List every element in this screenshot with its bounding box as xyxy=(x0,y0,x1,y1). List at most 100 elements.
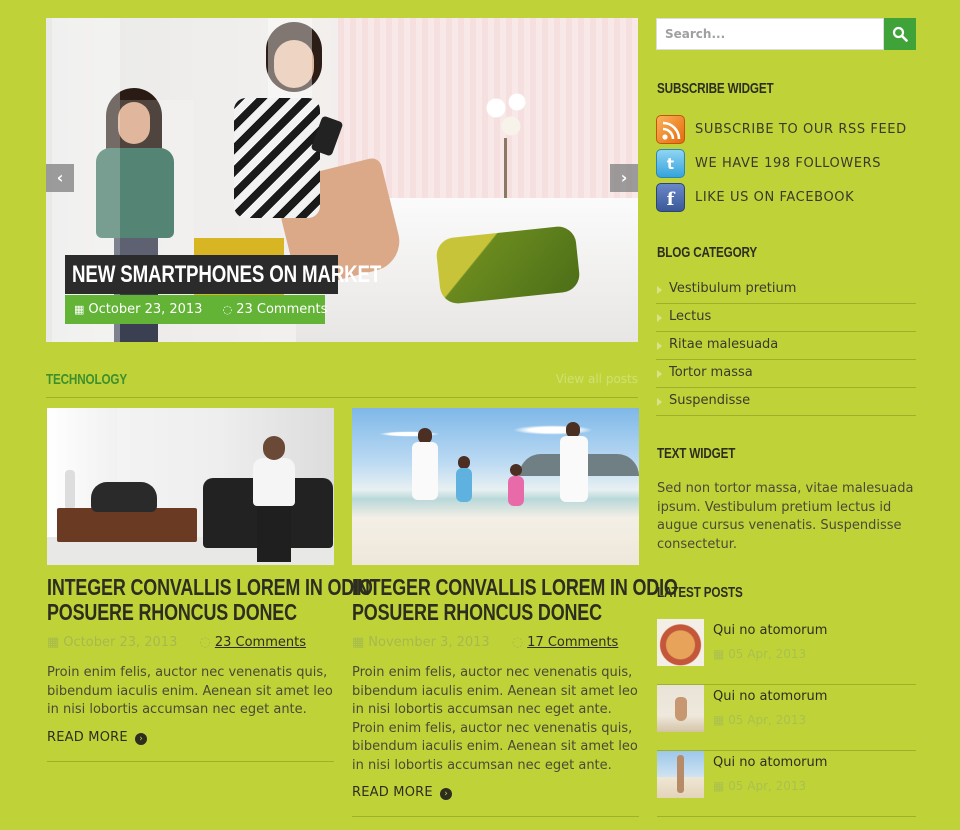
latest-post-thumbnail[interactable] xyxy=(657,751,704,798)
latest-post-title[interactable]: Qui no atomorum xyxy=(713,755,827,770)
category-label[interactable]: Lectus xyxy=(669,309,711,324)
post-date: ▦ October 23, 2013 xyxy=(47,635,177,650)
post-date-text: November 3, 2013 xyxy=(368,635,490,650)
latest-post-date: ▦ 05 Apr, 2013 xyxy=(713,779,806,793)
twitter-icon[interactable]: t xyxy=(656,149,685,178)
post-title-line[interactable]: INTEGER CONVALLIS LOREM IN ODIO xyxy=(352,575,678,600)
chevron-right-circle-icon: › xyxy=(135,732,148,745)
category-label[interactable]: Ritae malesuada xyxy=(669,337,778,352)
latest-post-thumbnail[interactable] xyxy=(657,685,704,732)
post-excerpt: Proin enim felis, auctor nec venenatis q… xyxy=(47,665,333,717)
comment-icon: ◌ xyxy=(511,635,524,650)
slide-transition-strip xyxy=(268,18,312,98)
latest-post-date-text: 05 Apr, 2013 xyxy=(728,713,807,727)
bullet-triangle-icon xyxy=(657,342,662,350)
post-meta: ▦ October 23, 2013 ◌ 23 Comments xyxy=(47,635,334,650)
view-all-posts-link[interactable]: View all posts xyxy=(556,372,638,386)
post-comments-link[interactable]: 17 Comments xyxy=(527,635,618,650)
category-item[interactable]: Vestibulum pretium xyxy=(656,276,916,304)
latest-post-item[interactable]: Qui no atomorum ▦ 05 Apr, 2013 xyxy=(657,751,916,817)
rss-icon[interactable] xyxy=(656,115,685,144)
bullet-triangle-icon xyxy=(657,286,662,294)
post-title[interactable]: INTEGER CONVALLIS LOREM IN ODIO POSUERE … xyxy=(47,575,373,625)
subscribe-rss-row[interactable]: SUBSCRIBE TO OUR RSS FEED xyxy=(656,115,916,145)
facebook-icon[interactable]: f xyxy=(656,183,685,212)
post-card: INTEGER CONVALLIS LOREM IN ODIO POSUERE … xyxy=(352,408,678,817)
section-title: TECHNOLOGY xyxy=(46,371,127,388)
post-thumbnail[interactable] xyxy=(352,408,639,565)
post-title-line[interactable]: INTEGER CONVALLIS LOREM IN ODIO xyxy=(47,575,373,600)
bullet-triangle-icon xyxy=(657,314,662,322)
post-date-text: October 23, 2013 xyxy=(63,635,178,650)
latest-post-thumbnail[interactable] xyxy=(657,619,704,666)
bullet-triangle-icon xyxy=(657,370,662,378)
subscribe-twitter-row[interactable]: t WE HAVE 198 FOLLOWERS xyxy=(656,149,916,179)
latest-post-date: ▦ 05 Apr, 2013 xyxy=(713,713,806,727)
slide-date: ▦ October 23, 2013 xyxy=(74,295,202,324)
post-title[interactable]: INTEGER CONVALLIS LOREM IN ODIO POSUERE … xyxy=(352,575,678,625)
category-item[interactable]: Tortor massa xyxy=(656,360,916,388)
latest-post-item[interactable]: Qui no atomorum ▦ 05 Apr, 2013 xyxy=(657,619,916,685)
latest-posts-title: LATEST POSTS xyxy=(657,584,743,601)
latest-post-date-text: 05 Apr, 2013 xyxy=(728,779,807,793)
post-divider xyxy=(47,760,334,762)
featured-slider[interactable]: ‹ › NEW SMARTPHONES ON MARKET ▦ October 2… xyxy=(46,18,638,342)
slide-image-flowers xyxy=(478,84,538,144)
slide-caption-title[interactable]: NEW SMARTPHONES ON MARKET xyxy=(65,255,381,294)
post-divider xyxy=(352,816,639,817)
section-header: TECHNOLOGY View all posts xyxy=(46,370,638,398)
post-title-line[interactable]: POSUERE RHONCUS DONEC xyxy=(352,600,602,625)
search-icon xyxy=(892,26,908,42)
category-item[interactable]: Suspendisse xyxy=(656,388,916,416)
subscribe-twitter-label[interactable]: WE HAVE 198 FOLLOWERS xyxy=(695,156,881,171)
search-form xyxy=(656,18,916,50)
post-comments[interactable]: ◌ 23 Comments xyxy=(200,635,306,650)
slide-transition-strip xyxy=(120,100,194,260)
latest-post-title[interactable]: Qui no atomorum xyxy=(713,689,827,704)
slide-comments-text[interactable]: 23 Comments xyxy=(236,302,327,317)
latest-post-date-text: 05 Apr, 2013 xyxy=(728,647,807,661)
read-more-label[interactable]: READ MORE xyxy=(352,785,433,800)
post-date: ▦ November 3, 2013 xyxy=(352,635,490,650)
blog-category-title: BLOG CATEGORY xyxy=(657,244,758,261)
post-excerpt: Proin enim felis, auctor nec venenatis q… xyxy=(352,665,638,773)
read-more-label[interactable]: READ MORE xyxy=(47,730,128,745)
subscribe-rss-label[interactable]: SUBSCRIBE TO OUR RSS FEED xyxy=(695,122,907,137)
search-input[interactable] xyxy=(656,18,884,50)
slide-caption[interactable]: NEW SMARTPHONES ON MARKET xyxy=(65,255,381,294)
subscribe-facebook-row[interactable]: f LIKE US ON FACEBOOK xyxy=(656,183,916,213)
post-comments[interactable]: ◌ 17 Comments xyxy=(512,635,618,650)
category-label[interactable]: Tortor massa xyxy=(669,365,753,380)
slider-next-arrow[interactable]: › xyxy=(610,164,638,192)
subscribe-widget-title: SUBSCRIBE WIDGET xyxy=(657,80,774,97)
post-card: INTEGER CONVALLIS LOREM IN ODIO POSUERE … xyxy=(47,408,373,762)
slider-prev-arrow[interactable]: ‹ xyxy=(46,164,74,192)
category-item[interactable]: Lectus xyxy=(656,304,916,332)
subscribe-facebook-label[interactable]: LIKE US ON FACEBOOK xyxy=(695,190,854,205)
calendar-icon: ▦ xyxy=(74,303,85,316)
category-label[interactable]: Suspendisse xyxy=(669,393,750,408)
search-button[interactable] xyxy=(884,18,916,50)
calendar-icon: ▦ xyxy=(47,635,60,650)
post-comments-link[interactable]: 23 Comments xyxy=(215,635,306,650)
comment-icon: ◌ xyxy=(222,303,233,316)
text-widget-title: TEXT WIDGET xyxy=(657,445,736,462)
read-more-link[interactable]: READ MORE › xyxy=(47,730,148,745)
calendar-icon: ▦ xyxy=(713,713,729,727)
latest-post-title[interactable]: Qui no atomorum xyxy=(713,623,827,638)
chevron-right-circle-icon: › xyxy=(440,788,453,800)
bullet-triangle-icon xyxy=(657,398,662,406)
read-more-link[interactable]: READ MORE › xyxy=(352,785,453,800)
category-item[interactable]: Ritae malesuada xyxy=(656,332,916,360)
post-meta: ▦ November 3, 2013 ◌ 17 Comments xyxy=(352,635,639,650)
calendar-icon: ▦ xyxy=(713,647,729,661)
category-label[interactable]: Vestibulum pretium xyxy=(669,281,796,296)
slide-meta: ▦ October 23, 2013 ◌ 23 Comments xyxy=(65,295,328,324)
comment-icon: ◌ xyxy=(199,635,211,650)
post-title-line[interactable]: POSUERE RHONCUS DONEC xyxy=(47,600,297,625)
latest-post-item[interactable]: Qui no atomorum ▦ 05 Apr, 2013 xyxy=(657,685,916,751)
text-widget-body: Sed non tortor massa, vitae malesuada ip… xyxy=(657,481,914,552)
slide-comments[interactable]: ◌ 23 Comments xyxy=(223,295,328,324)
post-thumbnail[interactable] xyxy=(47,408,334,565)
calendar-icon: ▦ xyxy=(352,635,365,650)
